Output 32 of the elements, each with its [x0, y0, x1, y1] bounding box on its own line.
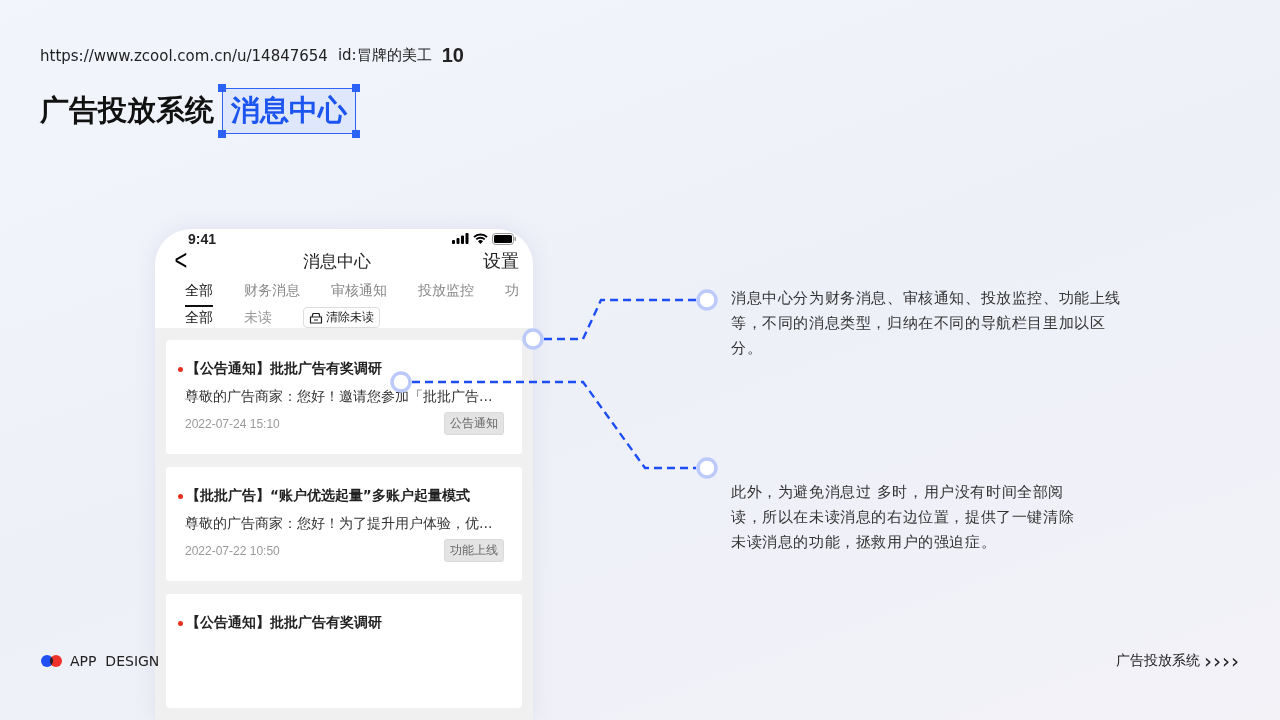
settings-link[interactable]: 设置 — [483, 249, 519, 273]
status-time: 9:41 — [188, 230, 217, 247]
category-tag: 功能上线 — [444, 539, 504, 562]
category-tag: 公告通知 — [444, 412, 504, 435]
page-number: 10 — [441, 44, 464, 67]
brand-name: APP DESIGN — [70, 653, 160, 669]
chevrons-text: ›››› — [1204, 652, 1240, 670]
annotation-text: 此外，为避免消息过 多时，用户没有时间全部阅读，所以在未读消息的右边位置，提供了一键清除未读消息的功能，拯救用户的强迫症。 — [731, 482, 1076, 553]
message-preview: 尊敬的广告商家：您好！为了提升用户体验，优… — [185, 515, 494, 533]
message-title: 【公告通知】批批广告有奖调研 — [186, 614, 382, 632]
page-title: 广告投放系统 — [40, 92, 214, 129]
annotation-text: 消息中心分为财务消息、审核通知、投放监控、功能上线等，不同的消息类型，归纳在不同的导航栏目里加以区分。 — [731, 288, 1122, 359]
category-tab[interactable]: 投放监控 — [418, 276, 474, 307]
message-card[interactable]: 【批批广告】“账户优选起量”多账户起量模式 尊敬的广告商家：您好！为了提升用户体验，优… 2022-07-22 10:50 功能上线 — [166, 467, 522, 581]
message-date: 2022-07-24 15:10 — [185, 416, 280, 431]
message-preview: 尊敬的广告商家：您好！邀请您参加「批批广告… — [185, 388, 494, 406]
source-url: https://www.zcool.com.cn/u/14847654 — [40, 46, 328, 65]
category-tab[interactable]: 全部 — [185, 276, 213, 307]
filter-tab[interactable]: 全部 — [185, 308, 213, 327]
section-name: 广告投放系统 — [1116, 652, 1200, 670]
message-title: 【批批广告】“账户优选起量”多账户起量模式 — [186, 487, 470, 505]
back-button[interactable]: < — [171, 244, 191, 278]
screen-title: 消息中心 — [303, 249, 371, 273]
clear-unread-button[interactable]: 清除未读 — [303, 307, 380, 328]
category-tab[interactable]: 功 — [505, 276, 519, 307]
message-title: 【公告通知】批批广告有奖调研 — [186, 360, 382, 378]
author-id: id:冒牌的美工 — [337, 46, 432, 65]
category-tab[interactable]: 财务消息 — [244, 276, 300, 307]
message-card[interactable]: 【公告通知】批批广告有奖调研 — [166, 594, 522, 708]
message-card[interactable]: 【公告通知】批批广告有奖调研 尊敬的广告商家：您好！邀请您参加「批批广告… 2022-07-24 15:10 公告通知 — [166, 340, 522, 454]
category-tab[interactable]: 审核通知 — [331, 276, 387, 307]
message-date: 2022-07-22 10:50 — [185, 543, 280, 558]
